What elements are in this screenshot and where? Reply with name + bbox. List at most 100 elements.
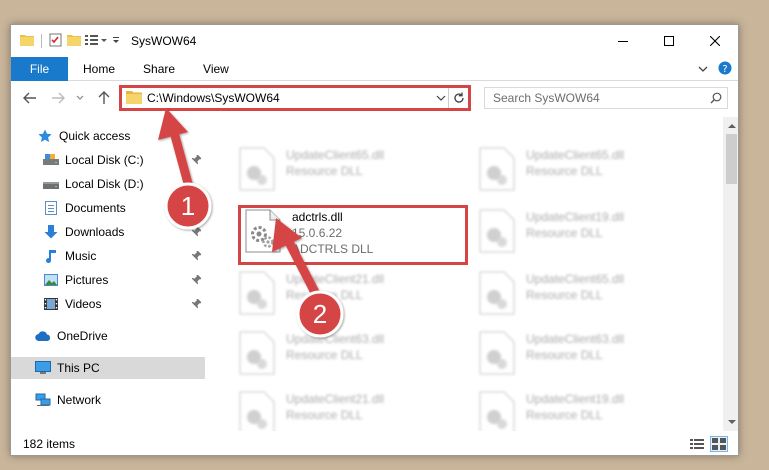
music-icon <box>43 248 59 264</box>
sidebar-item-label: Pictures <box>65 273 109 287</box>
list-item[interactable]: UpdateClient65.dll Resource DLL <box>478 147 698 195</box>
file-type: Resource DLL <box>526 408 603 422</box>
file-name: UpdateClient21.dll <box>286 272 385 286</box>
pin-icon[interactable] <box>191 250 202 264</box>
search-icon[interactable] <box>705 92 727 104</box>
pin-icon[interactable] <box>191 274 202 288</box>
dll-file-icon <box>239 147 275 191</box>
sidebar-item-onedrive[interactable]: OneDrive <box>11 325 205 347</box>
sidebar-item-downloads[interactable]: Downloads <box>11 221 205 243</box>
recent-locations-button[interactable] <box>71 89 89 107</box>
item-count: 182 items <box>23 437 76 451</box>
sidebar-item-music[interactable]: Music <box>11 245 205 267</box>
scroll-up-icon[interactable] <box>723 117 738 134</box>
address-path[interactable]: C:\Windows\SysWOW64 <box>147 91 434 105</box>
list-item[interactable]: UpdateClient63.dll Resource DLL <box>478 331 698 379</box>
maximize-button[interactable] <box>646 25 692 57</box>
tab-view[interactable]: View <box>189 57 243 81</box>
file-highlight-box <box>238 205 468 265</box>
list-item[interactable]: UpdateClient65.dll Resource DLL <box>478 271 698 319</box>
dll-file-icon <box>239 271 275 315</box>
list-item[interactable]: UpdateClient65.dll Resource DLL <box>238 147 458 195</box>
scroll-down-icon[interactable] <box>723 414 738 431</box>
file-name: UpdateClient19.dll <box>526 210 625 224</box>
sidebar-item-videos[interactable]: Videos <box>11 293 205 315</box>
file-type: Resource DLL <box>286 288 363 302</box>
drive-icon <box>43 176 59 192</box>
dll-file-icon <box>239 331 275 375</box>
tab-file[interactable]: File <box>11 56 68 81</box>
back-button[interactable] <box>21 89 39 107</box>
refresh-button[interactable] <box>448 88 468 108</box>
navigation-bar: C:\Windows\SysWOW64 <box>11 81 738 115</box>
details-view-icon[interactable] <box>688 436 706 452</box>
customize-icon[interactable] <box>85 34 107 49</box>
list-item[interactable]: UpdateClient21.dll Resource DLL <box>238 271 458 319</box>
sidebar-item-this-pc[interactable]: This PC <box>11 357 205 379</box>
scrollbar-thumb[interactable] <box>726 134 737 184</box>
sidebar-item-local-disk-c[interactable]: Local Disk (C:) <box>11 149 205 171</box>
minimize-button[interactable] <box>600 25 646 57</box>
pin-icon[interactable] <box>191 154 202 168</box>
svg-text:?: ? <box>722 64 727 75</box>
dll-file-icon <box>479 391 515 431</box>
help-icon[interactable]: ? <box>718 61 732 78</box>
file-name: UpdateClient19.dll <box>526 392 625 406</box>
documents-icon <box>43 200 59 216</box>
folder-icon <box>20 34 34 49</box>
sidebar-item-network[interactable]: Network <box>11 389 205 411</box>
forward-button[interactable] <box>49 89 67 107</box>
file-name: UpdateClient65.dll <box>286 148 385 162</box>
file-type: Resource DLL <box>526 348 603 362</box>
sidebar-item-pictures[interactable]: Pictures <box>11 269 205 291</box>
address-bar[interactable]: C:\Windows\SysWOW64 <box>119 85 471 111</box>
file-type: Resource DLL <box>526 226 603 240</box>
file-name: UpdateClient63.dll <box>286 332 385 346</box>
tab-home[interactable]: Home <box>68 57 129 81</box>
explorer-window: SysWOW64 File Home Share View ? C:\Windo… <box>10 24 739 456</box>
file-name: UpdateClient21.dll <box>286 392 385 406</box>
sidebar-item-local-disk-d[interactable]: Local Disk (D:) <box>11 173 205 195</box>
dll-file-icon <box>479 209 515 253</box>
file-list: UpdateClient65.dll Resource DLL UpdateCl… <box>216 117 726 431</box>
up-button[interactable] <box>95 89 113 107</box>
sidebar-item-label: Local Disk (D:) <box>65 177 144 191</box>
expand-ribbon-icon[interactable] <box>698 62 708 76</box>
file-name: UpdateClient65.dll <box>526 148 625 162</box>
pin-icon[interactable] <box>191 202 202 216</box>
file-type: Resource DLL <box>526 164 603 178</box>
sidebar-item-label: Quick access <box>59 129 131 143</box>
list-item[interactable]: UpdateClient21.dll Resource DLL <box>238 391 458 431</box>
sidebar-item-quick-access[interactable]: Quick access <box>11 125 205 147</box>
star-icon <box>37 128 53 144</box>
title-bar: SysWOW64 <box>11 25 738 57</box>
chevron-down-icon[interactable] <box>111 34 121 48</box>
close-button[interactable] <box>692 25 738 57</box>
sidebar-item-label: This PC <box>57 361 100 375</box>
search-box[interactable] <box>484 87 728 109</box>
sidebar-item-label: Local Disk (C:) <box>65 153 144 167</box>
list-item[interactable]: UpdateClient63.dll Resource DLL <box>238 331 458 379</box>
file-name: UpdateClient65.dll <box>526 272 625 286</box>
sidebar-item-label: OneDrive <box>57 329 108 343</box>
vertical-scrollbar[interactable] <box>723 117 738 431</box>
properties-icon[interactable] <box>49 33 63 50</box>
file-type: Resource DLL <box>286 164 363 178</box>
list-item[interactable]: UpdateClient19.dll Resource DLL <box>478 391 698 431</box>
network-icon <box>35 392 51 408</box>
chevron-down-icon[interactable] <box>434 95 448 101</box>
file-type: Resource DLL <box>286 408 363 422</box>
search-input[interactable] <box>485 91 705 105</box>
tab-share[interactable]: Share <box>129 57 189 81</box>
cloud-icon <box>35 328 51 344</box>
pin-icon[interactable] <box>191 298 202 312</box>
new-folder-icon[interactable] <box>67 34 81 49</box>
sidebar-item-documents[interactable]: Documents <box>11 197 205 219</box>
tiles-view-icon[interactable] <box>710 436 728 452</box>
pictures-icon <box>43 272 59 288</box>
pin-icon[interactable] <box>191 226 202 240</box>
sidebar-item-label: Network <box>57 393 102 407</box>
list-item[interactable]: UpdateClient19.dll Resource DLL <box>478 209 698 257</box>
status-bar: 182 items <box>11 431 738 455</box>
downloads-icon <box>43 224 59 240</box>
